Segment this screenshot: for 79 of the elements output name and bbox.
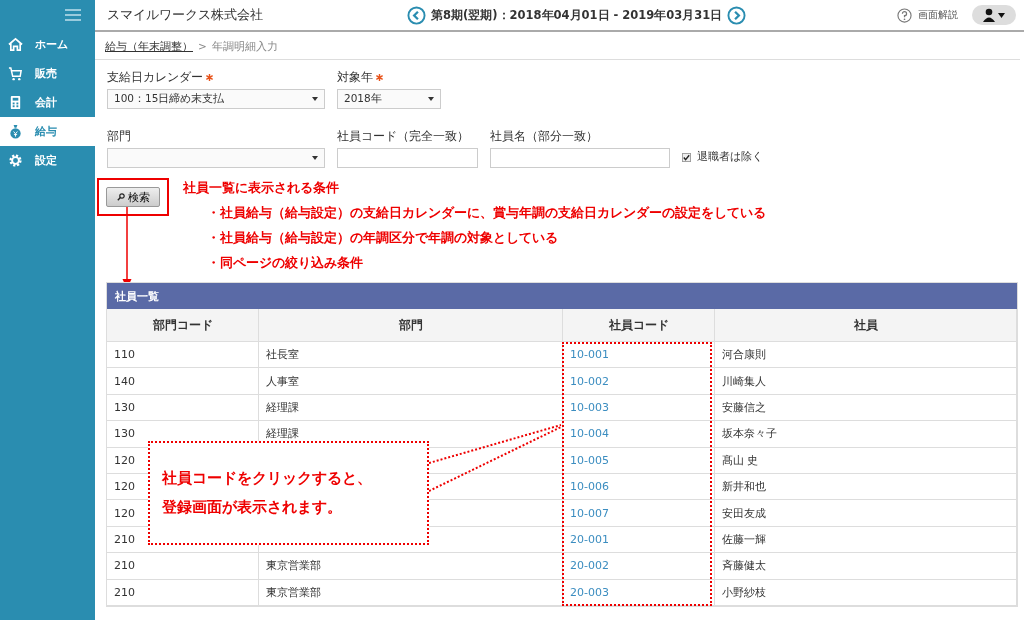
field-label: 対象年 xyxy=(337,70,373,85)
required-icon xyxy=(205,73,214,82)
employee-code-link[interactable]: 10-003 xyxy=(570,400,609,414)
table-cell: 東京営業部 xyxy=(259,553,563,580)
table-cell: 東京営業部 xyxy=(259,579,563,606)
calculator-icon xyxy=(8,95,23,110)
table-cell: 川崎集人 xyxy=(715,368,1017,395)
checkbox[interactable] xyxy=(682,152,691,162)
field-label: 支給日カレンダー xyxy=(107,70,203,85)
gear-icon xyxy=(8,153,23,168)
table-cell: 130 xyxy=(107,394,259,422)
help-icon xyxy=(897,7,912,23)
dropdown[interactable]: 100：15日締め末支払 xyxy=(107,89,325,109)
input-field[interactable] xyxy=(337,148,478,168)
column-header: 社員 xyxy=(715,309,1017,342)
sidebar-item[interactable]: 販売 xyxy=(0,59,95,88)
input-field[interactable] xyxy=(490,148,670,168)
field-label: 社員コード（完全一致） xyxy=(337,129,469,144)
next-icon[interactable] xyxy=(727,5,747,25)
annotation-item: ・社員給与（給与設定）の支給日カレンダーに、賞与年調の支給日カレンダーの設定をしている xyxy=(206,204,766,222)
table-cell: 社長室 xyxy=(259,342,563,369)
table-cell: 河合康則 xyxy=(715,342,1017,369)
column-header: 部門コード xyxy=(107,309,259,342)
employee-code-link[interactable]: 10-002 xyxy=(570,374,609,388)
sidebar-item[interactable]: 設定 xyxy=(0,146,95,175)
home-icon xyxy=(8,37,23,52)
sidebar-item[interactable]: 会計 xyxy=(0,88,95,117)
annotation-title: 社員一覧に表示される条件 xyxy=(183,179,340,197)
money-bag-icon xyxy=(8,124,23,139)
search-icon xyxy=(116,193,125,201)
search-button[interactable]: 検索 xyxy=(106,187,160,207)
cart-icon xyxy=(8,66,23,81)
employee-code-link[interactable]: 10-005 xyxy=(570,453,609,467)
table-cell: 安藤信之 xyxy=(715,394,1017,422)
user-icon xyxy=(981,8,1007,22)
fiscal-period: 第8期(翌期)：2018年04月01日 - 2019年03月31日 xyxy=(431,7,723,23)
breadcrumb-current: 年調明細入力 xyxy=(211,40,278,54)
table-cell: 新井和也 xyxy=(715,473,1017,501)
table-cell: 小野紗枝 xyxy=(715,579,1017,606)
table-cell: 人事室 xyxy=(259,368,563,395)
required-icon xyxy=(375,73,384,82)
table-cell: 210 xyxy=(107,553,259,580)
employee-code-link[interactable]: 10-001 xyxy=(570,348,609,362)
breadcrumb-link[interactable]: 給与（年末調整） xyxy=(105,40,193,54)
table-title: 社員一覧 xyxy=(107,283,1017,309)
table-cell: 髙山 史 xyxy=(715,447,1017,474)
table-cell: 安田友成 xyxy=(715,500,1017,527)
annotation-item: ・社員給与（給与設定）の年調区分で年調の対象としている xyxy=(206,229,559,247)
annotation-item: ・同ページの絞り込み条件 xyxy=(206,254,364,272)
help-link[interactable]: 画面解説 xyxy=(897,7,958,23)
table-cell: 佐藤一輝 xyxy=(715,526,1017,554)
dropdown[interactable]: 2018年 xyxy=(337,89,441,109)
dropdown-caret-icon xyxy=(312,156,318,160)
previous-icon[interactable] xyxy=(407,5,426,25)
employee-code-link[interactable]: 20-002 xyxy=(570,559,609,573)
breadcrumb-separator: > xyxy=(198,40,207,54)
employee-code-link[interactable]: 10-006 xyxy=(570,480,609,494)
employee-code-link[interactable]: 20-003 xyxy=(570,585,609,599)
company-name: スマイルワークス株式会社 xyxy=(107,6,264,24)
employee-code-link[interactable]: 20-001 xyxy=(570,532,609,546)
dropdown-caret-icon xyxy=(428,97,434,101)
sidebar-item[interactable]: 給与 xyxy=(0,117,95,146)
table-cell: 140 xyxy=(107,368,259,395)
column-header: 部門 xyxy=(259,309,563,342)
sidebar-item[interactable]: ホーム xyxy=(0,30,95,59)
field-label: 社員名（部分一致） xyxy=(490,129,598,144)
checkbox-label: 退職者は除く xyxy=(697,150,763,164)
menu-icon[interactable] xyxy=(65,9,81,21)
table-cell: 斉藤健太 xyxy=(715,553,1017,580)
table-cell: 経理課 xyxy=(259,394,563,422)
employee-code-link[interactable]: 10-007 xyxy=(570,506,609,520)
field-label: 部門 xyxy=(107,129,131,144)
employee-code-link[interactable]: 10-004 xyxy=(570,427,609,441)
table-cell: 210 xyxy=(107,579,259,606)
column-header: 社員コード xyxy=(563,309,715,342)
user-menu-button[interactable] xyxy=(972,5,1016,25)
dropdown-caret-icon xyxy=(312,97,318,101)
table-cell: 110 xyxy=(107,342,259,369)
table-cell: 坂本奈々子 xyxy=(715,421,1017,448)
